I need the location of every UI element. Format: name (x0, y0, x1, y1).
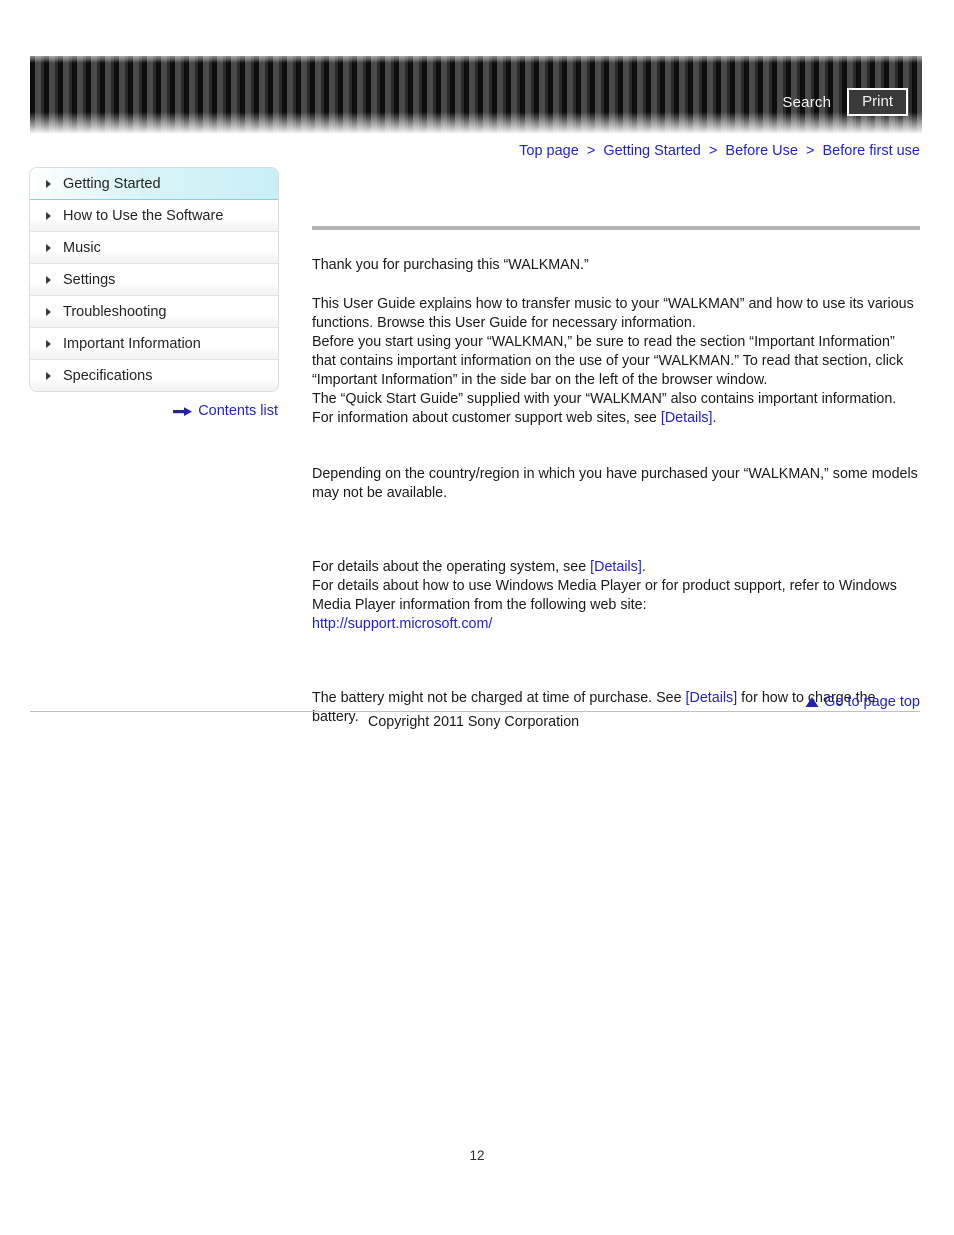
chevron-right-icon (46, 179, 51, 188)
microsoft-support-link[interactable]: http://support.microsoft.com/ (312, 616, 492, 632)
os-paragraph: For details about the operating system, … (312, 558, 920, 577)
sidebar-item-music[interactable]: Music (30, 232, 278, 264)
go-to-page-top-link[interactable]: Go to page top (805, 694, 920, 710)
os-prefix-text: For details about the operating system, … (312, 559, 591, 575)
breadcrumb-separator: > (805, 143, 815, 159)
support-suffix-text: . (712, 410, 717, 426)
header-controls: Search Print (782, 88, 908, 117)
chevron-right-icon (46, 307, 51, 316)
contents-list-label: Contents list (198, 403, 278, 419)
chevron-right-icon (46, 243, 51, 252)
sidebar-item-label: Troubleshooting (63, 303, 167, 320)
site-header: Search Print (30, 56, 922, 134)
breadcrumb-separator: > (708, 143, 718, 159)
os-details-link[interactable]: [Details] (590, 559, 642, 575)
triangle-up-icon (805, 697, 819, 707)
sidebar-navigation: Getting Started How to Use the Software … (30, 168, 278, 391)
region-note-paragraph: Depending on the country/region in which… (312, 466, 918, 501)
content-divider (312, 226, 920, 230)
microsoft-support-url: http://support.microsoft.com/ (312, 615, 920, 634)
arrow-right-icon (173, 406, 193, 416)
footer-divider (30, 711, 920, 712)
support-details-link[interactable]: [Details] (661, 410, 713, 426)
breadcrumb-item-before-use[interactable]: Before Use (725, 143, 798, 159)
chevron-right-icon (46, 371, 51, 380)
sidebar-item-specifications[interactable]: Specifications (30, 360, 278, 391)
os-suffix-text: . (641, 559, 646, 575)
contents-list-link[interactable]: Contents list (30, 403, 278, 419)
guide-paragraph-2: Before you start using your “WALKMAN,” b… (312, 334, 904, 388)
sidebar-item-label: How to Use the Software (63, 207, 224, 224)
support-prefix-text: For information about customer support w… (312, 410, 661, 426)
sidebar-item-label: Important Information (63, 335, 201, 352)
sidebar-item-important-information[interactable]: Important Information (30, 328, 278, 360)
sidebar-item-getting-started[interactable]: Getting Started (30, 168, 278, 200)
chevron-right-icon (46, 211, 51, 220)
page-number: 12 (469, 1148, 485, 1163)
battery-prefix-text: The battery might not be charged at time… (312, 690, 686, 706)
sidebar-item-troubleshooting[interactable]: Troubleshooting (30, 296, 278, 328)
sidebar-item-label: Specifications (63, 367, 153, 384)
breadcrumb-separator: > (586, 143, 596, 159)
main-content: Thank you for purchasing this “WALKMAN.”… (312, 226, 920, 727)
guide-paragraph-1: This User Guide explains how to transfer… (312, 296, 914, 331)
battery-details-link[interactable]: [Details] (686, 690, 738, 706)
search-button[interactable]: Search (782, 94, 831, 111)
sidebar-item-label: Settings (63, 271, 116, 288)
breadcrumb-item-before-first-use[interactable]: Before first use (822, 143, 920, 159)
copyright-text: Copyright 2011 Sony Corporation (368, 714, 580, 730)
chevron-right-icon (46, 275, 51, 284)
breadcrumb-item-top-page[interactable]: Top page (519, 143, 579, 159)
sidebar-item-label: Getting Started (63, 175, 161, 192)
support-paragraph: For information about customer support w… (312, 409, 920, 428)
breadcrumb-item-getting-started[interactable]: Getting Started (603, 143, 701, 159)
chevron-right-icon (46, 339, 51, 348)
guide-paragraph-3: The “Quick Start Guide” supplied with yo… (312, 391, 897, 407)
breadcrumb: Top page > Getting Started > Before Use … (519, 143, 920, 159)
sidebar-item-how-to-use-the-software[interactable]: How to Use the Software (30, 200, 278, 232)
sidebar-item-settings[interactable]: Settings (30, 264, 278, 296)
sidebar-item-label: Music (63, 239, 101, 256)
wmp-note-paragraph: For details about how to use Windows Med… (312, 578, 897, 613)
intro-paragraph: Thank you for purchasing this “WALKMAN.” (312, 257, 589, 273)
print-button[interactable]: Print (847, 88, 908, 117)
go-to-page-top-label: Go to page top (824, 694, 920, 710)
